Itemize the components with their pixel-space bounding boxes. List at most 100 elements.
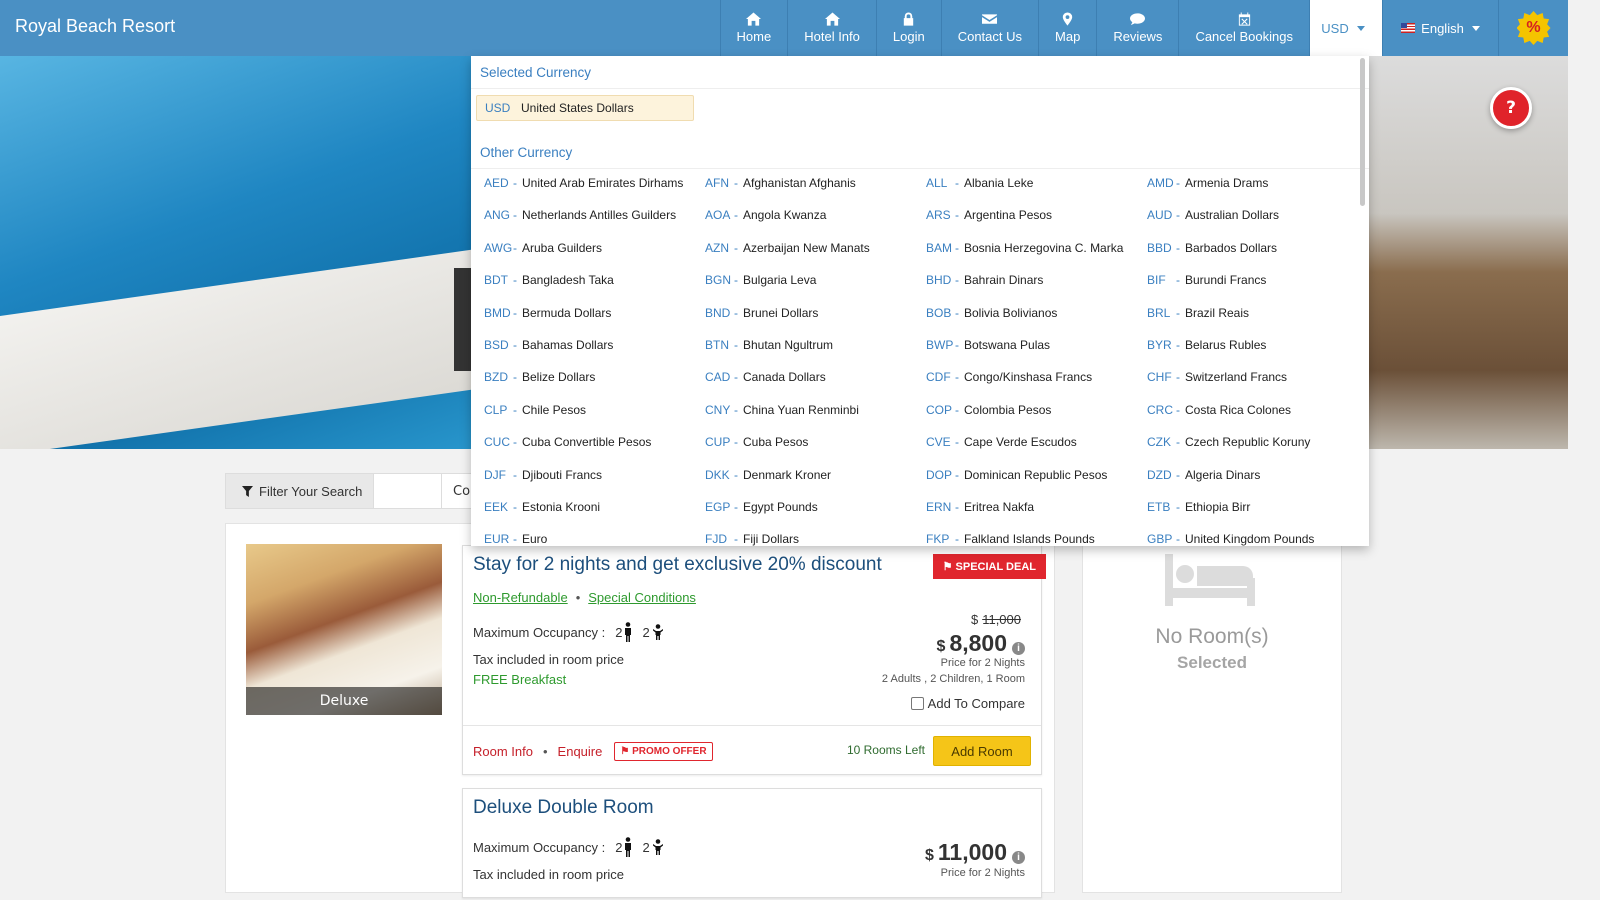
currency-code: CDF — [926, 370, 951, 385]
lock-icon — [904, 12, 914, 26]
nav-hotel-info[interactable]: Hotel Info — [787, 0, 876, 56]
non-refundable-link[interactable]: Non-Refundable — [473, 590, 568, 605]
currency-separator: - — [1176, 208, 1180, 223]
deal-title[interactable]: Stay for 2 nights and get exclusive 20% … — [473, 554, 882, 576]
tax-note: Tax included in room price — [473, 652, 625, 667]
child-icon — [652, 839, 663, 855]
currency-option[interactable]: ETB - Ethiopia Birr — [1147, 497, 1368, 529]
currency-option[interactable]: BTN - Bhutan Ngultrum — [705, 335, 926, 367]
currency-option[interactable]: DZD - Algeria Dinars — [1147, 465, 1368, 497]
currency-option[interactable]: BWP - Botswana Pulas — [926, 335, 1147, 367]
currency-separator: - — [955, 402, 959, 417]
currency-option[interactable]: ARS - Argentina Pesos — [926, 205, 1147, 237]
currency-separator: - — [513, 240, 517, 255]
currency-option[interactable]: EEK - Estonia Krooni — [484, 497, 705, 529]
currency-option[interactable]: CLP - Chile Pesos — [484, 400, 705, 432]
currency-option[interactable]: BRL - Brazil Reais — [1147, 303, 1368, 335]
nav-map[interactable]: Map — [1038, 0, 1096, 56]
currency-option[interactable]: BGN - Bulgaria Leva — [705, 270, 926, 302]
currency-option[interactable]: GBP - United Kingdom Pounds — [1147, 529, 1368, 546]
currency-option[interactable]: AZN - Azerbaijan New Manats — [705, 238, 926, 270]
currency-option[interactable]: FKP - Falkland Islands Pounds — [926, 529, 1147, 546]
currency-selector[interactable]: USD — [1309, 0, 1382, 56]
currency-name: Afghanistan Afghanis — [743, 176, 856, 190]
currency-option[interactable]: AED - United Arab Emirates Dirhams — [484, 173, 705, 205]
currency-separator: - — [513, 402, 517, 417]
currency-code: ETB — [1147, 499, 1171, 514]
info-icon[interactable]: i — [1012, 642, 1025, 655]
room-info-link[interactable]: Room Info — [473, 744, 533, 759]
currency-option[interactable]: AOA - Angola Kwanza — [705, 205, 926, 237]
currency-option[interactable]: CDF - Congo/Kinshasa Francs — [926, 367, 1147, 399]
filter-search-button[interactable]: Filter Your Search — [226, 474, 374, 508]
currency-option[interactable]: CVE - Cape Verde Escudos — [926, 432, 1147, 464]
currency-option[interactable]: DOP - Dominican Republic Pesos — [926, 465, 1147, 497]
currency-option[interactable]: FJD - Fiji Dollars — [705, 529, 926, 546]
nav-login[interactable]: Login — [875, 0, 941, 56]
currency-option[interactable]: COP - Colombia Pesos — [926, 400, 1147, 432]
currency-option[interactable]: BDT - Bangladesh Taka — [484, 270, 705, 302]
currency-option[interactable]: EGP - Egypt Pounds — [705, 497, 926, 529]
currency-option[interactable]: CAD - Canada Dollars — [705, 367, 926, 399]
currency-option[interactable]: BBD - Barbados Dollars — [1147, 238, 1368, 270]
currency-option[interactable]: CZK - Czech Republic Koruny — [1147, 432, 1368, 464]
currency-option[interactable]: CUC - Cuba Convertible Pesos — [484, 432, 705, 464]
currency-option[interactable]: BND - Brunei Dollars — [705, 303, 926, 335]
currency-option[interactable]: AMD - Armenia Drams — [1147, 173, 1368, 205]
currency-option[interactable]: BYR - Belarus Rubles — [1147, 335, 1368, 367]
currency-option[interactable]: BAM - Bosnia Herzegovina C. Marka — [926, 238, 1147, 270]
nav-home[interactable]: Home — [719, 0, 788, 56]
special-conditions-link[interactable]: Special Conditions — [588, 590, 696, 605]
currency-option[interactable]: DKK - Denmark Kroner — [705, 465, 926, 497]
currency-option[interactable]: AUD - Australian Dollars — [1147, 205, 1368, 237]
nav-promotions[interactable]: % — [1498, 0, 1568, 56]
currency-option[interactable]: CUP - Cuba Pesos — [705, 432, 926, 464]
info-icon[interactable]: i — [1012, 851, 1025, 864]
room-thumbnail[interactable]: Deluxe — [246, 544, 442, 715]
currency-option[interactable]: CNY - China Yuan Renminbi — [705, 400, 926, 432]
currency-code: BDT — [484, 273, 508, 288]
currency-separator: - — [955, 435, 959, 450]
currency-option[interactable]: CRC - Costa Rica Colones — [1147, 400, 1368, 432]
currency-code: AOA — [705, 208, 731, 223]
currency-name: Botswana Pulas — [964, 337, 1051, 352]
currency-option[interactable]: ERN - Eritrea Nakfa — [926, 497, 1147, 529]
max-occupancy: Maximum Occupancy : 2 2 — [473, 622, 664, 642]
currency-option[interactable]: BZD - Belize Dollars — [484, 367, 705, 399]
currency-separator: - — [513, 305, 517, 320]
sort-control[interactable]: Co — [441, 474, 473, 508]
language-selector[interactable]: English — [1382, 0, 1498, 56]
currency-separator: - — [1176, 402, 1180, 417]
currency-code: DJF — [484, 467, 506, 482]
currency-option[interactable]: BIF - Burundi Francs — [1147, 270, 1368, 302]
currency-option[interactable]: BHD - Bahrain Dinars — [926, 270, 1147, 302]
currency-option[interactable]: AWG- Aruba Guilders — [484, 238, 705, 270]
currency-option[interactable]: DJF - Djibouti Francs — [484, 465, 705, 497]
currency-option[interactable]: CHF - Switzerland Francs — [1147, 367, 1368, 399]
currency-option[interactable]: ALL - Albania Leke — [926, 173, 1147, 205]
room-card: Deluxe Double Room Maximum Occupancy : 2… — [462, 788, 1042, 898]
compare-checkbox[interactable] — [910, 697, 924, 710]
brand-title[interactable]: Royal Beach Resort — [15, 16, 175, 37]
help-button[interactable]: ? — [1490, 87, 1532, 129]
selected-currency-item[interactable]: USD United States Dollars — [476, 95, 694, 121]
currency-code: BRL — [1147, 305, 1171, 320]
currency-name: Denmark Kroner — [743, 467, 832, 482]
promo-offer-tag[interactable]: ⚑ PROMO OFFER — [614, 742, 713, 761]
currency-option[interactable]: EUR - Euro — [484, 529, 705, 546]
enquire-link[interactable]: Enquire — [558, 744, 603, 759]
nav-cancel-bookings[interactable]: Cancel Bookings — [1178, 0, 1309, 56]
currency-option[interactable]: BSD - Bahamas Dollars — [484, 335, 705, 367]
currency-option[interactable]: BMD - Bermuda Dollars — [484, 303, 705, 335]
currency-option[interactable]: ANG - Netherlands Antilles Guilders — [484, 205, 705, 237]
room-title[interactable]: Deluxe Double Room — [473, 797, 654, 819]
add-to-compare[interactable]: Add To Compare — [910, 696, 1025, 711]
dropdown-scrollbar[interactable] — [1360, 58, 1365, 206]
currency-name: Chile Pesos — [522, 402, 587, 417]
currency-option[interactable]: AFN - Afghanistan Afghanis — [705, 173, 926, 205]
nav-contact-us[interactable]: Contact Us — [940, 0, 1038, 56]
nav-reviews[interactable]: Reviews — [1096, 0, 1178, 56]
currency-code: AED — [484, 176, 509, 190]
add-room-button[interactable]: Add Room — [933, 736, 1031, 766]
currency-option[interactable]: BOB - Bolivia Bolivianos — [926, 303, 1147, 335]
